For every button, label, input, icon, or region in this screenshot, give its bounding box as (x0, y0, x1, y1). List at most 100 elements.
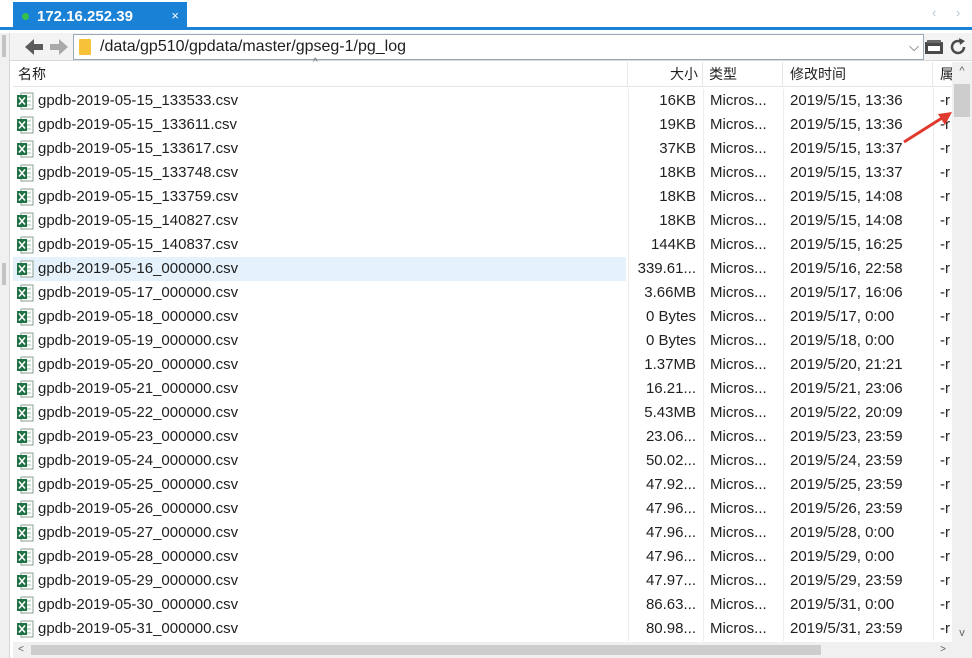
file-type: Micros... (710, 356, 767, 373)
horizontal-scroll-thumb[interactable] (31, 645, 821, 655)
annotation-arrow-icon (903, 112, 952, 144)
column-divider (783, 569, 784, 593)
file-attributes: -r (940, 428, 950, 445)
excel-file-icon (17, 476, 34, 494)
file-size: 50.02... (645, 452, 696, 469)
column-divider (703, 209, 704, 233)
file-size: 47.92... (645, 476, 696, 493)
back-arrow-icon[interactable] (23, 36, 45, 58)
file-row[interactable]: gpdb-2019-05-23_000000.csv 23.06... Micros… (13, 425, 952, 449)
scroll-right-icon[interactable]: > (935, 642, 951, 658)
excel-file-icon (17, 428, 34, 446)
file-row[interactable]: gpdb-2019-05-15_133617.csv 37KB Micros... 2… (13, 137, 952, 161)
file-modified: 2019/5/16, 22:58 (790, 260, 903, 277)
file-name: gpdb-2019-05-27_000000.csv (38, 524, 239, 541)
column-divider (783, 329, 784, 353)
column-divider (933, 353, 934, 377)
file-size: 47.97... (645, 572, 696, 589)
file-type: Micros... (710, 308, 767, 325)
path-input[interactable]: /data/gp510/gpdata/master/gpseg-1/pg_log… (73, 34, 924, 60)
file-row[interactable]: gpdb-2019-05-15_133533.csv 16KB Micros... 2… (13, 89, 952, 113)
file-modified: 2019/5/20, 21:21 (790, 356, 903, 373)
file-attributes: -r (940, 332, 950, 349)
file-type: Micros... (710, 428, 767, 445)
excel-file-icon (17, 596, 34, 614)
file-row[interactable]: gpdb-2019-05-27_000000.csv 47.96... Micros… (13, 521, 952, 545)
file-row[interactable]: gpdb-2019-05-24_000000.csv 50.02... Micros… (13, 449, 952, 473)
file-row[interactable]: gpdb-2019-05-15_133748.csv 18KB Micros... 2… (13, 161, 952, 185)
column-header-attr[interactable]: 属 (933, 62, 952, 87)
file-row[interactable]: gpdb-2019-05-15_133611.csv 19KB Micros... 2… (13, 113, 952, 137)
file-row[interactable]: gpdb-2019-05-15_133759.csv 18KB Micros... 2… (13, 185, 952, 209)
file-row[interactable]: gpdb-2019-05-25_000000.csv 47.92... Micros… (13, 473, 952, 497)
column-divider (703, 377, 704, 401)
forward-arrow-icon[interactable] (48, 36, 70, 58)
sftp-file-browser: 172.16.252.39 × ‹ › /data/gp510/gpdata/m… (0, 0, 972, 658)
scroll-up-icon[interactable]: ^ (952, 62, 972, 80)
tab-session[interactable]: 172.16.252.39 × (13, 2, 187, 30)
scroll-down-icon[interactable]: v (952, 624, 972, 642)
file-modified: 2019/5/24, 23:59 (790, 452, 903, 469)
file-row[interactable]: gpdb-2019-05-26_000000.csv 47.96... Micros… (13, 497, 952, 521)
excel-file-icon (17, 548, 34, 566)
column-divider (783, 233, 784, 257)
tab-prev-icon[interactable]: ‹ (932, 5, 936, 20)
file-row[interactable]: gpdb-2019-05-18_000000.csv 0 Bytes Micros.… (13, 305, 952, 329)
file-row[interactable]: gpdb-2019-05-15_140827.csv 18KB Micros... 2… (13, 209, 952, 233)
file-size: 5.43MB (644, 404, 696, 421)
column-header-size[interactable]: 大小 (628, 62, 703, 87)
file-name: gpdb-2019-05-23_000000.csv (38, 428, 239, 445)
file-attributes: -r (940, 620, 950, 637)
file-type: Micros... (710, 236, 767, 253)
column-header-type[interactable]: 类型 (703, 62, 783, 87)
refresh-icon[interactable] (948, 37, 968, 57)
file-row[interactable]: gpdb-2019-05-22_000000.csv 5.43MB Micros..… (13, 401, 952, 425)
file-row[interactable]: gpdb-2019-05-30_000000.csv 86.63... Micros… (13, 593, 952, 617)
file-row[interactable]: gpdb-2019-05-29_000000.csv 47.97... Micros… (13, 569, 952, 593)
column-header-modified[interactable]: 修改时间 (783, 62, 933, 87)
scroll-left-icon[interactable]: < (13, 642, 29, 658)
column-divider (933, 401, 934, 425)
file-size: 0 Bytes (645, 332, 696, 349)
column-divider (783, 281, 784, 305)
file-type: Micros... (710, 500, 767, 517)
file-modified: 2019/5/29, 23:59 (790, 572, 903, 589)
excel-file-icon (17, 500, 34, 518)
column-divider (933, 497, 934, 521)
file-modified: 2019/5/23, 23:59 (790, 428, 903, 445)
column-divider (703, 593, 704, 617)
file-name: gpdb-2019-05-21_000000.csv (38, 380, 239, 397)
excel-file-icon (17, 188, 34, 206)
excel-file-icon (17, 212, 34, 230)
column-divider (703, 545, 704, 569)
column-header-name[interactable]: 名称 (13, 62, 628, 87)
close-icon[interactable]: × (171, 8, 179, 23)
horizontal-scrollbar[interactable]: < > (13, 642, 952, 658)
file-row[interactable]: gpdb-2019-05-31_000000.csv 80.98... Micros… (13, 617, 952, 641)
column-divider (933, 185, 934, 209)
file-size: 18KB (659, 212, 696, 229)
column-divider (933, 569, 934, 593)
file-name: gpdb-2019-05-18_000000.csv (38, 308, 239, 325)
file-row[interactable]: gpdb-2019-05-17_000000.csv 3.66MB Micros..… (13, 281, 952, 305)
file-modified: 2019/5/21, 23:06 (790, 380, 903, 397)
file-attributes: -r (940, 308, 950, 325)
file-row[interactable]: gpdb-2019-05-28_000000.csv 47.96... Micros… (13, 545, 952, 569)
folder-icon (79, 39, 91, 55)
file-name: gpdb-2019-05-15_140837.csv (38, 236, 239, 253)
file-row[interactable]: gpdb-2019-05-15_140837.csv 144KB Micros...… (13, 233, 952, 257)
column-divider (703, 329, 704, 353)
file-size: 80.98... (645, 620, 696, 637)
drive-icon[interactable] (924, 37, 944, 57)
vertical-scrollbar[interactable]: ^ v (952, 62, 972, 642)
file-row[interactable]: gpdb-2019-05-21_000000.csv 16.21... Micros… (13, 377, 952, 401)
file-attributes: -r (940, 380, 950, 397)
file-row[interactable]: gpdb-2019-05-19_000000.csv 0 Bytes Micros.… (13, 329, 952, 353)
tab-next-icon[interactable]: › (956, 5, 960, 20)
file-attributes: -r (940, 260, 950, 277)
column-divider (703, 305, 704, 329)
chevron-down-icon[interactable]: ⌵ (909, 39, 919, 55)
file-type: Micros... (710, 284, 767, 301)
file-row[interactable]: gpdb-2019-05-20_000000.csv 1.37MB Micros..… (13, 353, 952, 377)
file-row[interactable]: gpdb-2019-05-16_000000.csv 339.61... Micro… (13, 257, 952, 281)
